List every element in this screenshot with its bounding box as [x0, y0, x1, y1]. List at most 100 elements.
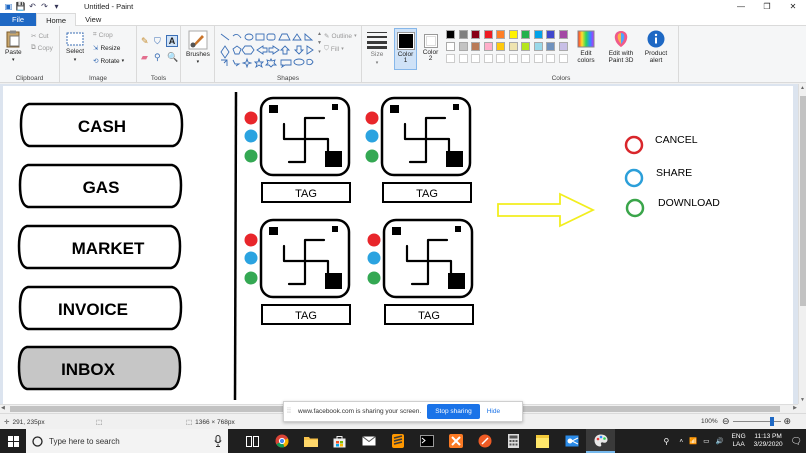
edit-with-paint3d-button[interactable]: Edit with Paint 3D [604, 30, 638, 64]
scroll-left-arrow-icon[interactable]: ◀ [1, 405, 5, 411]
card-corner-mark [269, 105, 278, 113]
menu-button-label: GAS [83, 178, 120, 197]
battery-icon[interactable]: ▭ [703, 437, 709, 445]
stop-sharing-button[interactable]: Stop sharing [427, 404, 480, 419]
taskbar-store[interactable] [325, 429, 354, 453]
drawing-canvas[interactable]: CASH GAS MARKET INVOICE INBOX TAG TAG TAG TAG C… [3, 86, 793, 404]
eraser-icon[interactable]: ▰ [141, 52, 148, 63]
cancel-dot[interactable] [244, 233, 258, 247]
paste-button[interactable]: Paste ▾ [5, 30, 22, 63]
save-icon[interactable]: 💾 [16, 2, 26, 11]
taskbar-sublime[interactable] [383, 429, 412, 453]
vertical-scroll-thumb[interactable] [800, 96, 806, 306]
share-dot[interactable] [365, 129, 379, 143]
select-button[interactable]: Select ▾ [66, 32, 84, 63]
fill-bucket-icon[interactable]: ⛉ [154, 36, 161, 47]
share-dot[interactable] [244, 251, 258, 265]
color1-button[interactable]: Color 1 [394, 28, 417, 70]
item-card[interactable]: TAG [367, 218, 474, 325]
taskbar-search-box[interactable]: Type here to search [26, 429, 228, 453]
cancel-dot[interactable] [365, 111, 379, 125]
menu-button-gas[interactable]: GAS [18, 163, 183, 209]
menu-button-invoice[interactable]: INVOICE [18, 285, 183, 331]
tray-overflow-icon[interactable]: ˄ [679, 438, 683, 445]
download-dot[interactable] [244, 149, 258, 163]
customize-qat-icon[interactable]: ▾ [52, 2, 61, 11]
drag-handle-icon[interactable]: ⁞⁞ [284, 408, 294, 415]
menu-button-inbox[interactable]: INBOX [17, 345, 182, 391]
zoom-track[interactable] [732, 417, 781, 426]
undo-icon[interactable]: ↶ [28, 2, 37, 11]
download-dot[interactable] [244, 271, 258, 285]
notifications-icon[interactable]: 🗨 [791, 436, 802, 447]
maximize-button[interactable]: ❐ [754, 0, 780, 13]
tab-home[interactable]: Home [36, 13, 77, 26]
tab-file[interactable]: File [0, 13, 37, 26]
magnifier-icon[interactable]: 🔍 [167, 52, 178, 63]
legend-label: CANCEL [655, 134, 698, 146]
rotate-button[interactable]: ⟲ Rotate ▾ [93, 57, 124, 66]
cancel-dot[interactable] [367, 233, 381, 247]
task-view-button[interactable] [238, 429, 267, 453]
redo-icon[interactable]: ↷ [40, 2, 49, 11]
crop-button[interactable]: ⌗ Crop [93, 31, 113, 39]
pencil-icon[interactable]: ✎ [141, 36, 149, 47]
taskbar-postman[interactable] [470, 429, 499, 453]
calculator-icon [508, 434, 519, 448]
volume-icon[interactable]: 🔊 [715, 437, 723, 445]
zoom-slider[interactable]: ⊖ ⊕ [722, 416, 791, 427]
item-card[interactable]: TAG [365, 96, 472, 203]
scroll-up-arrow-icon[interactable]: ▲ [800, 85, 805, 91]
start-button[interactable] [0, 429, 26, 453]
clock[interactable]: 11:13 PM 3/29/2020 [754, 433, 783, 449]
outline-button[interactable]: ✎ Outline ▾ [324, 32, 357, 41]
scroll-right-arrow-icon[interactable]: ▶ [793, 405, 797, 411]
taskbar-sticky-notes[interactable] [528, 429, 557, 453]
size-button[interactable]: Size ▾ [367, 31, 387, 66]
zoom-in-icon[interactable]: ⊕ [784, 416, 792, 427]
microphone-icon[interactable] [214, 435, 222, 447]
close-button[interactable]: ✕ [780, 0, 806, 13]
zoom-out-icon[interactable]: ⊖ [722, 416, 730, 427]
fill-button[interactable]: ⛉ Fill ▾ [324, 45, 344, 53]
cancel-dot[interactable] [244, 111, 258, 125]
cut-button[interactable]: ✂ Cut [31, 32, 49, 41]
scroll-up-icon: ▲ [317, 31, 322, 37]
download-dot[interactable] [367, 271, 381, 285]
taskbar-terminal[interactable] [412, 429, 441, 453]
taskbar-chrome[interactable] [267, 429, 296, 453]
resize-button[interactable]: ⇲ Resize [93, 44, 120, 53]
taskbar-mail[interactable] [354, 429, 383, 453]
people-icon[interactable]: ⚲ [664, 437, 670, 446]
minimize-button[interactable]: — [728, 0, 754, 13]
taskbar-snip[interactable] [557, 429, 586, 453]
shapes-gallery[interactable] [219, 32, 315, 68]
text-tool-icon[interactable]: A [166, 35, 178, 47]
tab-view[interactable]: View [76, 13, 110, 26]
download-dot[interactable] [365, 149, 379, 163]
taskbar-paint[interactable] [586, 429, 615, 453]
copy-button[interactable]: ⧉ Copy [31, 44, 53, 52]
hide-button[interactable]: Hide [487, 408, 500, 415]
menu-button-cash[interactable]: CASH [19, 102, 184, 148]
product-alert-button[interactable]: Product alert [641, 30, 671, 64]
scroll-down-arrow-icon[interactable]: ▼ [800, 397, 805, 403]
share-dot[interactable] [367, 251, 381, 265]
input-language[interactable]: ENG LAA [732, 433, 746, 449]
color2-button[interactable]: Color 2 [419, 28, 442, 70]
item-card[interactable]: TAG [244, 96, 351, 203]
color-picker-icon[interactable]: ⚲ [154, 52, 161, 63]
vertical-scrollbar[interactable]: ▲ ▼ [798, 84, 806, 404]
brushes-button[interactable]: Brushes ▾ [186, 30, 210, 65]
network-icon[interactable]: 📶 [689, 437, 697, 445]
outline-icon: ✎ [324, 33, 330, 40]
edit-colors-button[interactable]: Edit colors [573, 30, 599, 64]
zoom-thumb[interactable] [769, 417, 774, 426]
item-card[interactable]: TAG [244, 218, 351, 325]
taskbar-xampp[interactable] [441, 429, 470, 453]
taskbar-calculator[interactable] [499, 429, 528, 453]
taskbar-file-explorer[interactable] [296, 429, 325, 453]
share-dot[interactable] [244, 129, 258, 143]
shapes-scroll[interactable]: ▲ ▼ ▾ [317, 31, 322, 55]
menu-button-market[interactable]: MARKET [17, 224, 182, 270]
